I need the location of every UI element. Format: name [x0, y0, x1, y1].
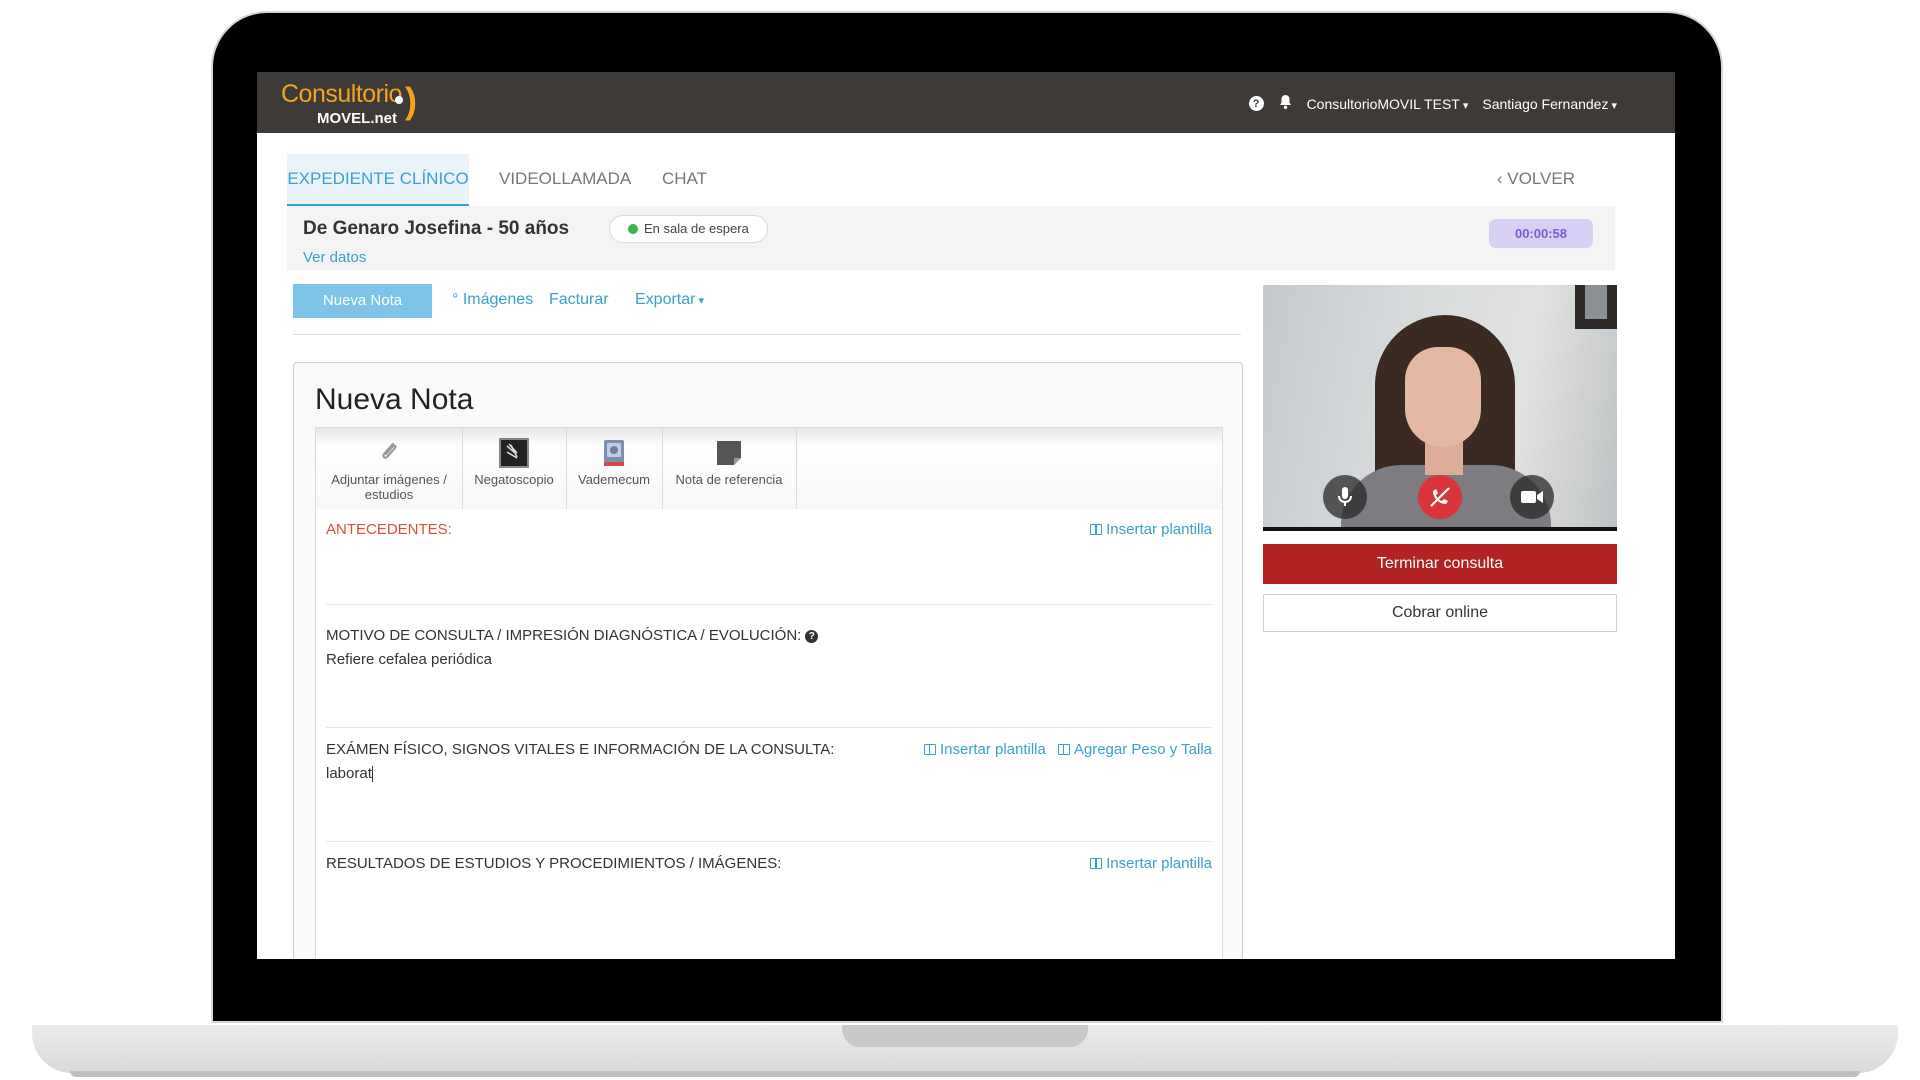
video-bottom-bar [1263, 527, 1617, 531]
section-links: Insertar plantilla [1090, 521, 1212, 538]
attach-images-tool[interactable]: Adjuntar imágenes / estudios [316, 428, 463, 510]
negatoscope-tool[interactable]: Negatoscopio [462, 428, 567, 510]
note-tool-strip: Adjuntar imágenes / estudios Negatoscopi… [315, 427, 1223, 511]
microphone-icon [1338, 487, 1352, 506]
help-icon[interactable]: ? [805, 629, 819, 643]
note-icon [714, 438, 744, 468]
charge-online-button[interactable]: Cobrar online [1263, 594, 1617, 632]
insert-template-link[interactable]: Insertar plantilla [1090, 855, 1212, 872]
insert-template-link[interactable]: Insertar plantilla [923, 741, 1046, 758]
end-consultation-button[interactable]: Terminar consulta [1263, 544, 1617, 584]
export-dropdown[interactable]: Exportar [635, 291, 704, 309]
logo-waves-icon: ) [405, 80, 417, 121]
top-navbar: Consultorio ) MOVEL.net ? ConsultorioMOV… [257, 72, 1675, 133]
section-resultados: RESULTADOS DE ESTUDIOS Y PROCEDIMIENTOS … [326, 843, 1212, 959]
bell-icon[interactable] [1278, 94, 1293, 113]
patient-bar: De Genaro Josefina - 50 años En sala de … [287, 206, 1615, 270]
images-link[interactable]: ° Imágenes [452, 291, 533, 309]
section-examen-fisico: EXÁMEN FÍSICO, SIGNOS VITALES E INFORMAC… [326, 729, 1212, 842]
wall-frame [1575, 285, 1617, 329]
section-label: ANTECEDENTES: [326, 521, 452, 538]
main-tabs: EXPEDIENTE CLÍNICO VIDEOLLAMADA CHAT ‹ V… [287, 154, 1615, 207]
note-actions-bar: Nueva Nota ° Imágenes Facturar Exportar [293, 284, 1241, 335]
section-value-text: laborat [326, 765, 372, 782]
status-text: En sala de espera [644, 221, 749, 236]
insert-template-label: Insertar plantilla [1106, 521, 1212, 538]
insert-template-label: Insertar plantilla [1106, 855, 1212, 872]
status-badge: En sala de espera [609, 215, 768, 243]
section-label: RESULTADOS DE ESTUDIOS Y PROCEDIMIENTOS … [326, 855, 782, 872]
section-text-area[interactable]: Refiere cefalea periódica [326, 651, 492, 668]
template-icon [923, 744, 936, 755]
tab-chat[interactable]: CHAT [662, 154, 707, 204]
app-screen: Consultorio ) MOVEL.net ? ConsultorioMOV… [257, 72, 1675, 959]
logo-main-text: Consultorio [281, 80, 402, 108]
book-icon [599, 438, 629, 468]
consultorio-logo[interactable]: Consultorio ) MOVEL.net [281, 80, 417, 127]
attach-images-label: Adjuntar imágenes / estudios [331, 472, 447, 502]
laptop-shadow [70, 1071, 1860, 1077]
insert-template-link[interactable]: Insertar plantilla [1090, 521, 1212, 538]
section-label: MOTIVO DE CONSULTA / IMPRESIÓN DIAGNÓSTI… [326, 627, 819, 644]
section-text-area[interactable]: laborat [326, 765, 373, 783]
video-camera-icon [1521, 491, 1543, 503]
add-weight-height-link[interactable]: Agregar Peso y Talla [1057, 741, 1212, 758]
vademecum-tool[interactable]: Vademecum [566, 428, 663, 510]
note-editor: ANTECEDENTES: Insertar plantilla MOTIVO … [315, 509, 1223, 959]
note-title: Nueva Nota [315, 383, 474, 416]
section-label-text: MOTIVO DE CONSULTA / IMPRESIÓN DIAGNÓSTI… [326, 627, 802, 644]
section-links: Insertar plantilla Agregar Peso y Talla [923, 741, 1212, 758]
reference-note-label: Nota de referencia [675, 472, 783, 487]
back-label: VOLVER [1507, 169, 1575, 188]
back-link[interactable]: ‹ VOLVER [1497, 154, 1575, 204]
vademecum-label: Vademecum [577, 472, 650, 487]
patient-name: De Genaro Josefina - 50 años [303, 218, 570, 239]
hang-up-button[interactable] [1418, 475, 1462, 519]
laptop-notch [842, 1025, 1088, 1047]
negatoscope-label: Negatoscopio [474, 472, 554, 487]
reference-note-tool[interactable]: Nota de referencia [662, 428, 797, 510]
invoice-link[interactable]: Facturar [549, 291, 609, 309]
template-icon [1090, 858, 1103, 869]
help-icon[interactable]: ? [1248, 96, 1264, 111]
microphone-button[interactable] [1323, 475, 1367, 519]
camera-button[interactable] [1510, 475, 1554, 519]
header-actions: ? ConsultorioMOVIL TEST Santiago Fernand… [1248, 94, 1617, 113]
logo-sub-text: MOVEL.net [317, 110, 398, 127]
logo-dot [395, 96, 403, 104]
section-antecedentes: ANTECEDENTES: Insertar plantilla [326, 509, 1212, 605]
add-weight-height-label: Agregar Peso y Talla [1073, 741, 1212, 758]
phone-off-icon [1430, 487, 1450, 507]
section-motivo-consulta: MOTIVO DE CONSULTA / IMPRESIÓN DIAGNÓSTI… [326, 615, 1212, 728]
section-label: EXÁMEN FÍSICO, SIGNOS VITALES E INFORMAC… [326, 741, 835, 758]
insert-template-label: Insertar plantilla [939, 741, 1046, 758]
call-timer: 00:00:58 [1489, 219, 1593, 248]
status-dot-icon [628, 224, 638, 234]
template-icon [1090, 524, 1103, 535]
tab-expediente-clinico[interactable]: EXPEDIENTE CLÍNICO [287, 154, 469, 207]
paperclip-icon [374, 438, 404, 468]
user-dropdown[interactable]: Santiago Fernandez [1482, 96, 1617, 112]
participant-face [1405, 347, 1481, 447]
text-cursor [371, 766, 373, 783]
xray-icon [499, 438, 529, 468]
account-dropdown[interactable]: ConsultorioMOVIL TEST [1307, 96, 1469, 112]
section-links: Insertar plantilla [1090, 855, 1212, 872]
new-note-button[interactable]: Nueva Nota [293, 284, 432, 318]
view-patient-data-link[interactable]: Ver datos [303, 249, 366, 266]
tab-videollamada[interactable]: VIDEOLLAMADA [499, 154, 631, 204]
video-call-view [1263, 285, 1617, 531]
template-icon [1057, 744, 1070, 755]
note-panel: Nueva Nota Adjuntar imágenes / estudios … [293, 362, 1243, 959]
chevron-left-icon: ‹ [1496, 169, 1508, 188]
